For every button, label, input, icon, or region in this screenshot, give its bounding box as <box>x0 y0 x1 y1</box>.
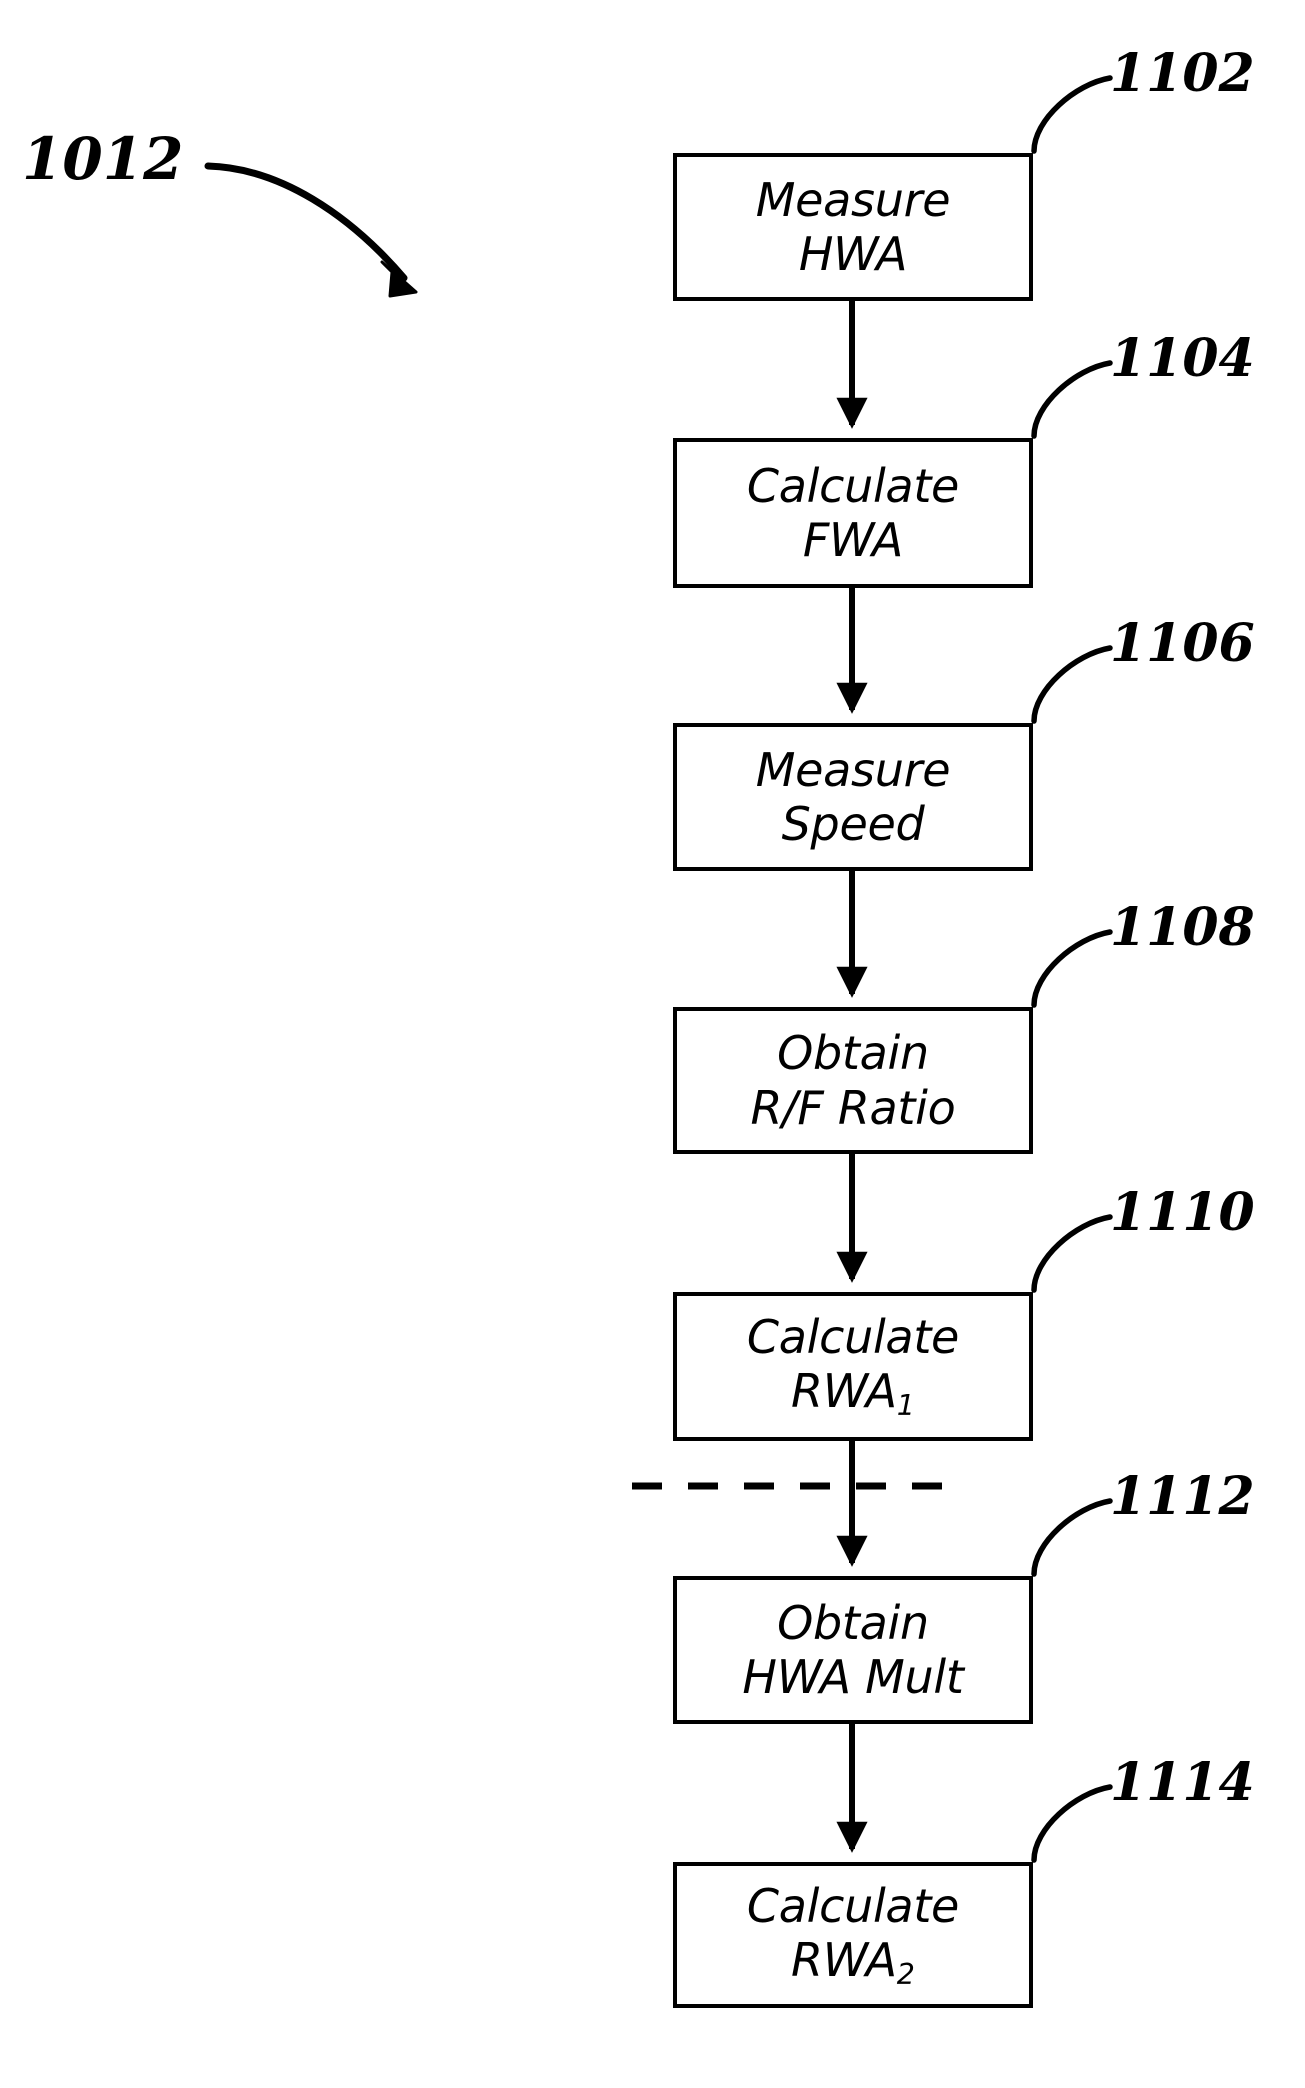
leader-1112 <box>1031 1498 1113 1577</box>
flow-step-1102[interactable]: Measure HWA <box>673 153 1033 301</box>
flow-step-1110[interactable]: Calculate RWA1 <box>673 1292 1033 1441</box>
flow-step-1108[interactable]: Obtain R/F Ratio <box>673 1007 1033 1154</box>
reference-numeral-1102: 1102 <box>1110 43 1255 104</box>
flow-step-1110-line2: RWA1 <box>791 1364 915 1423</box>
flow-step-1110-line1: Calculate <box>746 1310 960 1365</box>
reference-numeral-1110: 1110 <box>1110 1182 1255 1243</box>
flow-step-1104[interactable]: Calculate FWA <box>673 438 1033 588</box>
main-leader-curve <box>204 162 408 282</box>
flow-step-1110-line2-base: RWA <box>791 1364 897 1419</box>
flow-step-1108-line1: Obtain <box>777 1026 929 1081</box>
leader-1104 <box>1031 360 1113 439</box>
flow-step-1112[interactable]: Obtain HWA Mult <box>673 1576 1033 1724</box>
leader-1108 <box>1031 929 1113 1008</box>
flow-step-1108-line2: R/F Ratio <box>750 1080 956 1135</box>
flow-step-1106[interactable]: Measure Speed <box>673 723 1033 871</box>
flow-step-1114-line1: Calculate <box>746 1878 960 1933</box>
leader-1114 <box>1031 1784 1113 1863</box>
reference-numeral-1112: 1112 <box>1110 1466 1255 1527</box>
reference-numeral-1114: 1114 <box>1110 1752 1255 1813</box>
patent-figure: 1012 Measure HWA 1102 Calculate FWA 1104… <box>0 0 1305 2088</box>
flow-step-1114-line2-base: RWA <box>791 1932 897 1987</box>
flow-step-1102-line1: Measure <box>755 172 951 227</box>
flow-step-1102-line2: HWA <box>798 227 908 281</box>
flow-step-1106-line1: Measure <box>755 742 951 797</box>
flow-step-1104-line2: FWA <box>802 513 904 567</box>
reference-numeral-1104: 1104 <box>1110 328 1255 389</box>
leader-1102 <box>1031 75 1113 154</box>
flow-step-1114-line2: RWA2 <box>791 1933 915 1992</box>
flow-step-1112-line1: Obtain <box>777 1595 929 1650</box>
flow-step-1114[interactable]: Calculate RWA2 <box>673 1862 1033 2008</box>
flow-step-1110-line2-subscript: 1 <box>896 1389 915 1423</box>
flow-step-1104-line1: Calculate <box>746 458 960 513</box>
leader-1106 <box>1031 645 1113 724</box>
flow-step-1106-line2: Speed <box>781 797 925 851</box>
leader-1110 <box>1031 1214 1113 1293</box>
flow-step-1112-line2: HWA Mult <box>742 1650 964 1704</box>
figure-reference-numeral: 1012 <box>22 125 184 193</box>
flow-step-1114-line2-subscript: 2 <box>896 1957 915 1991</box>
reference-numeral-1106: 1106 <box>1110 613 1255 674</box>
reference-numeral-1108: 1108 <box>1110 897 1255 958</box>
